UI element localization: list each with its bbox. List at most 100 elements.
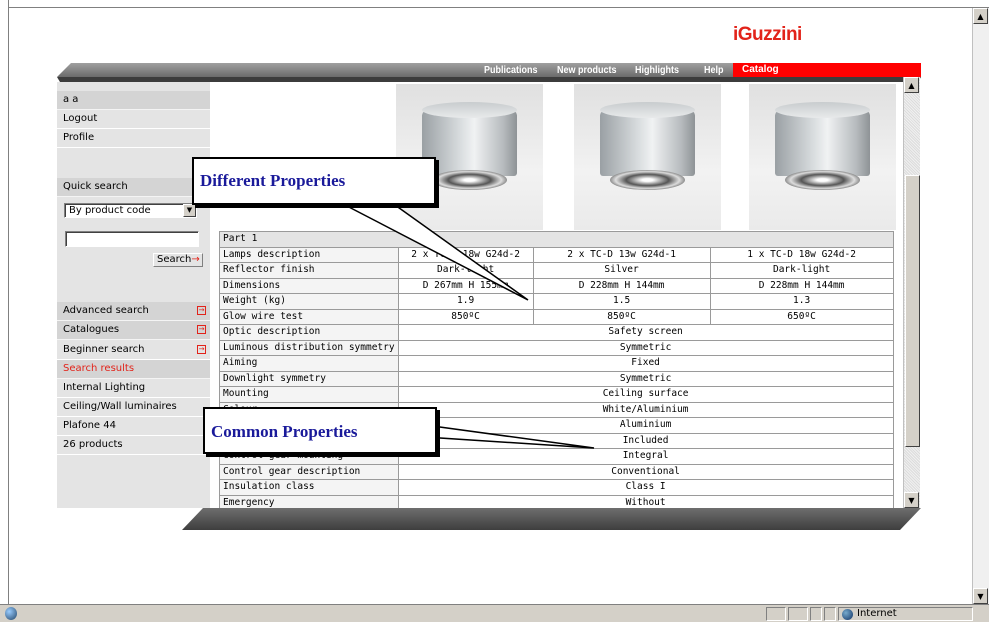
table-row: Control gear description Conventional bbox=[219, 463, 894, 480]
product-image[interactable] bbox=[574, 84, 721, 230]
external-arrow-icon: → bbox=[197, 325, 206, 334]
advanced-search-link[interactable]: Advanced search → bbox=[57, 302, 210, 321]
property-value: 2 x TC-D 18w G24d-2 bbox=[397, 246, 534, 263]
table-row: Luminous distribution symmetry Symmetric bbox=[219, 339, 894, 356]
scroll-down-icon[interactable]: ▼ bbox=[973, 588, 988, 604]
properties-table: Part 1 Lamps description 2 x TC-D 18w G24d… bbox=[219, 231, 894, 511]
property-common-value: Ceiling surface bbox=[397, 386, 894, 403]
page-scrollbar[interactable]: ▲ ▼ bbox=[972, 8, 989, 604]
property-common-value: Safety screen bbox=[397, 324, 894, 341]
property-common-value: Aluminium bbox=[397, 417, 894, 434]
property-value: 850ºC bbox=[532, 308, 711, 325]
property-value: D 228mm H 144mm bbox=[709, 277, 894, 294]
property-value: D 228mm H 144mm bbox=[532, 277, 711, 294]
table-row: Downlight symmetry Symmetric bbox=[219, 370, 894, 387]
property-value: Dark-light bbox=[709, 262, 894, 279]
property-value: Dark-light bbox=[397, 262, 534, 279]
property-label: Luminous distribution symmetry bbox=[219, 339, 399, 356]
property-label: Control gear description bbox=[219, 463, 399, 480]
callout-common-properties: Common Properties bbox=[203, 407, 437, 454]
property-value: Silver bbox=[532, 262, 711, 279]
property-value: 1.3 bbox=[709, 293, 894, 310]
page-status-icon bbox=[5, 607, 17, 620]
chevron-down-icon[interactable]: ▼ bbox=[183, 204, 196, 217]
search-type-select[interactable]: By product code ▼ bbox=[64, 203, 197, 218]
status-cell bbox=[766, 607, 786, 621]
property-value: 2 x TC-D 13w G24d-1 bbox=[532, 246, 711, 263]
property-label: Lamps description bbox=[219, 246, 399, 263]
property-label: Weight (kg) bbox=[219, 293, 399, 310]
breadcrumb-search-results[interactable]: Search results bbox=[57, 360, 210, 379]
table-row: Aiming Fixed bbox=[219, 355, 894, 372]
property-label: Aiming bbox=[219, 355, 399, 372]
property-label: Glow wire test bbox=[219, 308, 399, 325]
table-row: Optic description Safety screen bbox=[219, 324, 894, 341]
logout-link[interactable]: Logout bbox=[57, 110, 210, 129]
property-value: 1.5 bbox=[532, 293, 711, 310]
nav-catalog[interactable]: Catalog bbox=[733, 63, 921, 77]
nav-help[interactable]: Help bbox=[704, 64, 724, 77]
nav-new-products[interactable]: New products bbox=[557, 64, 617, 77]
status-bar: Internet bbox=[0, 604, 989, 622]
breadcrumb-product-count[interactable]: 26 products bbox=[57, 436, 210, 455]
property-label: Reflector finish bbox=[219, 262, 399, 279]
table-row: Insulation class Class I bbox=[219, 479, 894, 496]
catalogues-label: Catalogues bbox=[63, 324, 120, 335]
profile-link[interactable]: Profile bbox=[57, 129, 210, 148]
scroll-down-icon[interactable]: ▼ bbox=[904, 492, 919, 508]
breadcrumb-internal-lighting[interactable]: Internal Lighting bbox=[57, 379, 210, 398]
table-row: Reflector finish Dark-light Silver Dark-lig… bbox=[219, 262, 894, 279]
search-input[interactable] bbox=[65, 231, 199, 247]
external-arrow-icon: → bbox=[197, 345, 206, 354]
property-value: 1.9 bbox=[397, 293, 534, 310]
search-type-value: By product code bbox=[69, 205, 151, 216]
nav-highlights[interactable]: Highlights bbox=[635, 64, 679, 77]
property-common-value: Symmetric bbox=[397, 339, 894, 356]
quick-search-title: Quick search bbox=[57, 178, 210, 197]
table-row: Dimensions D 267mm H 155mm D 228mm H 144mm… bbox=[219, 277, 894, 294]
beginner-search-label: Beginner search bbox=[63, 344, 145, 355]
table-section-label: Part 1 bbox=[219, 231, 894, 248]
beginner-search-link[interactable]: Beginner search → bbox=[57, 341, 210, 360]
property-common-value: Class I bbox=[397, 479, 894, 496]
property-label: Mounting bbox=[219, 386, 399, 403]
status-cell bbox=[824, 607, 836, 621]
globe-icon bbox=[842, 609, 853, 620]
product-image[interactable] bbox=[749, 84, 896, 230]
property-common-value: Conventional bbox=[397, 463, 894, 480]
breadcrumb-plafone[interactable]: Plafone 44 bbox=[57, 417, 210, 436]
breadcrumb-ceiling-wall[interactable]: Ceiling/Wall luminaires bbox=[57, 398, 210, 417]
property-value: D 267mm H 155mm bbox=[397, 277, 534, 294]
advanced-search-label: Advanced search bbox=[63, 305, 149, 316]
scroll-up-icon[interactable]: ▲ bbox=[973, 8, 988, 24]
external-arrow-icon: → bbox=[197, 306, 206, 315]
catalogues-link[interactable]: Catalogues → bbox=[57, 321, 210, 340]
property-common-value: White/Aluminium bbox=[397, 401, 894, 418]
table-row: Mounting Ceiling surface bbox=[219, 386, 894, 403]
arrow-right-icon: → bbox=[191, 254, 200, 265]
table-section-row: Part 1 bbox=[219, 231, 894, 248]
property-label: Insulation class bbox=[219, 479, 399, 496]
nav-publications[interactable]: Publications bbox=[484, 64, 538, 77]
status-cell bbox=[810, 607, 822, 621]
page-footer-bevel bbox=[182, 508, 921, 530]
property-label: Optic description bbox=[219, 324, 399, 341]
property-common-value: Fixed bbox=[397, 355, 894, 372]
property-common-value: Integral bbox=[397, 448, 894, 465]
property-value: 650ºC bbox=[709, 308, 894, 325]
property-value: 850ºC bbox=[397, 308, 534, 325]
property-label: Downlight symmetry bbox=[219, 370, 399, 387]
scroll-thumb[interactable] bbox=[905, 175, 920, 447]
property-common-value: Symmetric bbox=[397, 370, 894, 387]
scroll-up-icon[interactable]: ▲ bbox=[904, 77, 919, 93]
property-label: Dimensions bbox=[219, 277, 399, 294]
callout-different-properties: Different Properties bbox=[192, 157, 436, 205]
user-name: a a bbox=[57, 91, 210, 110]
search-button-label: Search bbox=[157, 254, 192, 265]
status-zone-label: Internet bbox=[857, 608, 897, 619]
content-scrollbar[interactable]: ▲ ▼ bbox=[903, 77, 920, 508]
status-zone: Internet bbox=[838, 607, 973, 621]
search-button[interactable]: Search→ bbox=[153, 253, 203, 267]
brand-logo[interactable]: iGuzzini bbox=[733, 24, 802, 46]
property-common-value: Included bbox=[397, 432, 894, 449]
